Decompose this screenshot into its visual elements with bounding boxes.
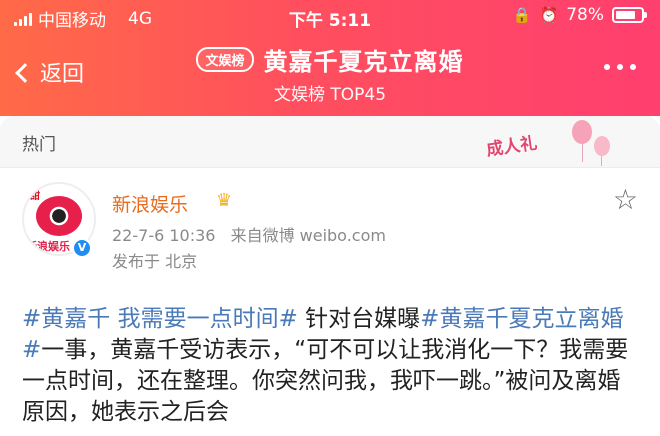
- post-text: 针对台媒曝: [297, 306, 421, 332]
- ranking-badge: 文娱榜: [196, 47, 254, 72]
- battery-percent: 78%: [566, 5, 604, 25]
- battery-icon: [612, 7, 647, 23]
- battery-fill: [616, 11, 635, 19]
- balloon-icon: [594, 136, 610, 156]
- post-header: 甜 新浪娱乐 V 新浪娱乐 ♛ 22-7-6 10:36 来自微博 weibo.…: [0, 168, 660, 298]
- coming-of-age-banner[interactable]: 成人礼: [480, 118, 620, 168]
- more-options-button[interactable]: [604, 64, 636, 70]
- top-header: 中国移动 4G 下午 5:11 🔒 ⏰ 78% 返回 文娱榜 黄嘉千夏克立离婚 …: [0, 0, 660, 116]
- balloon-string: [582, 144, 583, 162]
- author-name[interactable]: 新浪娱乐: [112, 190, 188, 217]
- balloon-string: [601, 156, 602, 166]
- post-body: #黄嘉千 我需要一点时间# 针对台媒曝#黄嘉千夏克立离婚#一事，黄嘉千受访表示，…: [22, 304, 642, 428]
- page-title: 黄嘉千夏克立离婚: [263, 48, 464, 76]
- avatar-top-text: 甜: [30, 191, 40, 202]
- hot-section-header: 热门 成人礼: [0, 116, 660, 168]
- balloon-icon: [572, 120, 592, 144]
- lock-rotation-icon: 🔒: [512, 5, 532, 24]
- content-sheet: 热门 成人礼 甜 新浪娱乐 V 新浪娱乐 ♛ 22-7-6 10:36 来自微博…: [0, 116, 660, 436]
- post-text: 一事，黄嘉千受访表示，“可不可以让我消化一下？我需要一点时间，还在整理。你突然问…: [22, 337, 629, 425]
- sina-eye-logo-icon: [36, 196, 82, 236]
- post-date: 22-7-6 10:36: [112, 226, 216, 245]
- status-right: 🔒 ⏰ 78%: [512, 5, 647, 25]
- star-icon[interactable]: ☆: [613, 186, 638, 214]
- page-subtitle[interactable]: 文娱榜 TOP45: [0, 80, 660, 105]
- more-dot-icon: [604, 64, 610, 70]
- alarm-icon: ⏰: [539, 5, 559, 24]
- verified-badge-icon: V: [72, 238, 92, 258]
- status-bar: 中国移动 4G 下午 5:11 🔒 ⏰ 78%: [0, 0, 660, 34]
- title-row: 文娱榜 黄嘉千夏克立离婚: [0, 42, 660, 77]
- post-location: 发布于 北京: [112, 252, 198, 271]
- more-dot-icon: [630, 64, 636, 70]
- more-dot-icon: [617, 64, 623, 70]
- post-source: 来自微博 weibo.com: [230, 226, 386, 245]
- hot-tab-label[interactable]: 热门: [22, 130, 56, 155]
- post-meta: 22-7-6 10:36 来自微博 weibo.com: [112, 222, 396, 246]
- crown-icon: ♛: [216, 190, 233, 211]
- avatar-text: 新浪娱乐: [26, 240, 70, 253]
- hashtag-link[interactable]: #黄嘉千 我需要一点时间#: [22, 306, 298, 332]
- banner-text: 成人礼: [485, 133, 539, 161]
